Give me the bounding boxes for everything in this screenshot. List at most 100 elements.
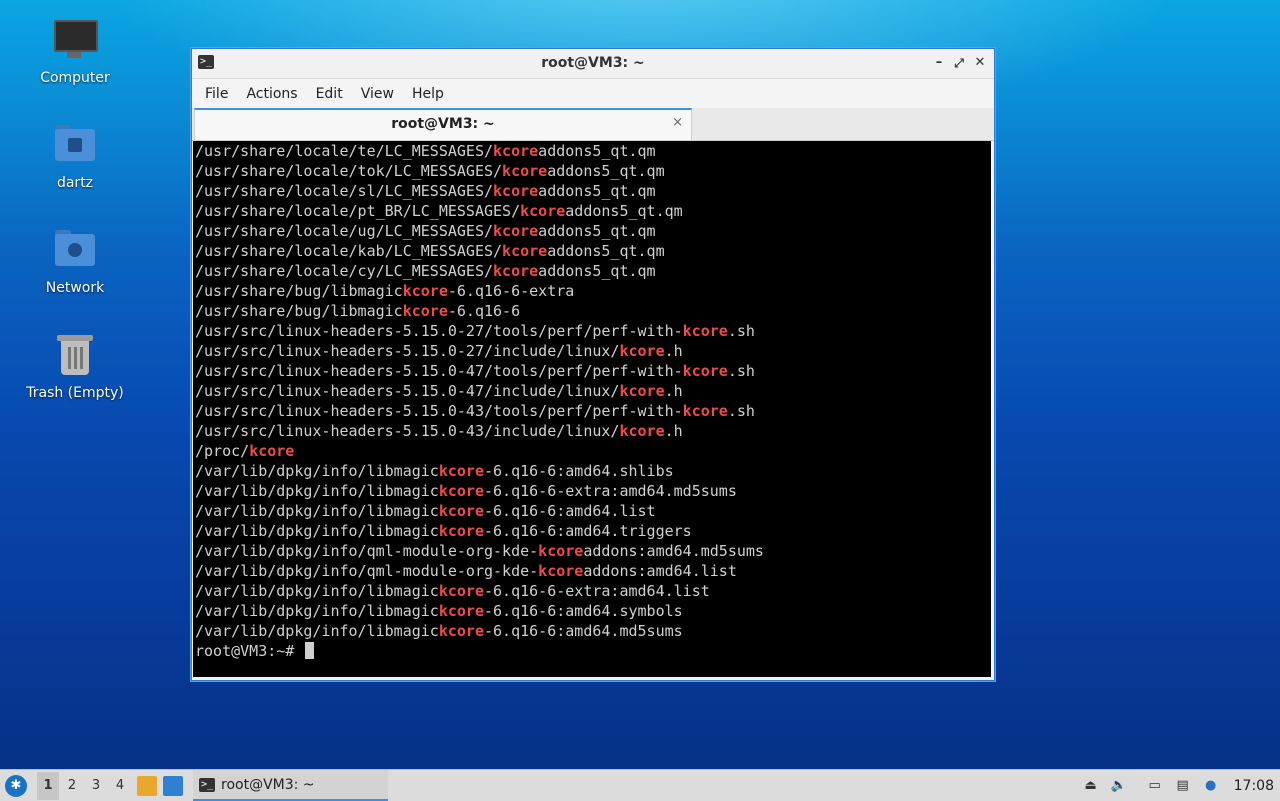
terminal-line: /var/lib/dpkg/info/libmagickcore-6.q16-6… xyxy=(195,501,991,521)
shell-prompt: root@VM3:~# xyxy=(195,642,304,660)
match-highlight: kcore xyxy=(619,422,665,440)
terminal-output[interactable]: /usr/share/locale/te/LC_MESSAGES/kcoread… xyxy=(193,141,991,677)
prompt-line[interactable]: root@VM3:~# xyxy=(195,641,991,661)
path-text: addons5_qt.qm xyxy=(538,142,656,160)
path-text: -6.q16-6-extra:amd64.list xyxy=(484,582,710,600)
file-manager-icon[interactable] xyxy=(137,775,157,796)
path-text: addons5_qt.qm xyxy=(547,242,665,260)
terminal-line: /usr/src/linux-headers-5.15.0-27/include… xyxy=(195,341,991,361)
tab-terminal[interactable]: root@VM3: ~ × xyxy=(194,108,692,140)
path-text: /usr/src/linux-headers-5.15.0-47/include… xyxy=(195,382,620,400)
menu-view[interactable]: View xyxy=(352,86,403,102)
path-text: -6.q16-6-extra xyxy=(447,282,575,300)
menu-file[interactable]: File xyxy=(196,86,237,102)
clipboard-icon[interactable]: ▤ xyxy=(1174,777,1192,795)
path-text: addons5_qt.qm xyxy=(538,222,656,240)
terminal-line: /var/lib/dpkg/info/qml-module-org-kde-kc… xyxy=(195,541,991,561)
terminal-line: /usr/src/linux-headers-5.15.0-47/tools/p… xyxy=(195,361,991,381)
terminal-line: /usr/src/linux-headers-5.15.0-27/tools/p… xyxy=(195,321,991,341)
terminal-line: /usr/share/bug/libmagickcore-6.q16-6-ext… xyxy=(195,281,991,301)
terminal-line: /usr/share/locale/ug/LC_MESSAGES/kcoread… xyxy=(195,221,991,241)
match-highlight: kcore xyxy=(502,162,548,180)
desktop-icon-network[interactable]: Network xyxy=(20,226,130,296)
path-text: /var/lib/dpkg/info/libmagic xyxy=(195,582,439,600)
path-text: /usr/share/locale/sl/LC_MESSAGES/ xyxy=(195,182,494,200)
path-text: -6.q16-6:amd64.symbols xyxy=(484,602,683,620)
path-text: /usr/src/linux-headers-5.15.0-43/tools/p… xyxy=(195,402,683,420)
taskbar: ✱ 1 2 3 4 >_ root@VM3: ~ ⏏ 🔈 ▭ ▤ ● 17:08 xyxy=(0,769,1280,801)
path-text: -6.q16-6:amd64.md5sums xyxy=(484,622,683,640)
path-text: /var/lib/dpkg/info/qml-module-org-kde- xyxy=(195,542,539,560)
match-highlight: kcore xyxy=(493,182,539,200)
terminal-icon: >_ xyxy=(199,777,215,792)
home-folder-icon xyxy=(51,121,99,169)
terminal-line: /var/lib/dpkg/info/libmagickcore-6.q16-6… xyxy=(195,581,991,601)
path-text: addons5_qt.qm xyxy=(547,162,665,180)
volume-icon[interactable]: 🔈 xyxy=(1110,777,1128,795)
clock[interactable]: 17:08 xyxy=(1234,778,1274,794)
match-highlight: kcore xyxy=(438,502,484,520)
match-highlight: kcore xyxy=(493,222,539,240)
updates-icon[interactable]: ● xyxy=(1202,777,1220,795)
maximize-button[interactable]: ⤢ xyxy=(950,54,968,72)
path-text: /usr/share/locale/kab/LC_MESSAGES/ xyxy=(195,242,503,260)
path-text: addons:amd64.md5sums xyxy=(583,542,764,560)
window-titlebar[interactable]: >_ root@VM3: ~ – ⤢ ✕ xyxy=(192,49,994,79)
workspace-3[interactable]: 3 xyxy=(85,772,107,800)
terminal-line: /usr/src/linux-headers-5.15.0-43/tools/p… xyxy=(195,401,991,421)
match-highlight: kcore xyxy=(538,542,584,560)
minimize-button[interactable]: – xyxy=(930,54,948,72)
match-highlight: kcore xyxy=(438,522,484,540)
menu-edit[interactable]: Edit xyxy=(307,86,352,102)
path-text: /var/lib/dpkg/info/libmagic xyxy=(195,462,439,480)
close-button[interactable]: ✕ xyxy=(971,54,989,72)
desktop-icon-computer[interactable]: Computer xyxy=(20,16,130,86)
path-text: /usr/share/locale/pt_BR/LC_MESSAGES/ xyxy=(195,202,521,220)
path-text: addons5_qt.qm xyxy=(565,202,683,220)
terminal-line: /var/lib/dpkg/info/libmagickcore-6.q16-6… xyxy=(195,621,991,641)
tab-close-icon[interactable]: × xyxy=(672,115,683,130)
workspace-2[interactable]: 2 xyxy=(61,772,83,800)
path-text: -6.q16-6:amd64.triggers xyxy=(484,522,692,540)
match-highlight: kcore xyxy=(493,142,539,160)
workspace-4[interactable]: 4 xyxy=(109,772,131,800)
desktop-icon-label: Trash (Empty) xyxy=(26,385,124,401)
path-text: /usr/src/linux-headers-5.15.0-27/include… xyxy=(195,342,620,360)
terminal-line: /var/lib/dpkg/info/libmagickcore-6.q16-6… xyxy=(195,601,991,621)
path-text: /var/lib/dpkg/info/libmagic xyxy=(195,482,439,500)
match-highlight: kcore xyxy=(502,242,548,260)
match-highlight: kcore xyxy=(493,262,539,280)
path-text: -6.q16-6 xyxy=(447,302,521,320)
menu-actions[interactable]: Actions xyxy=(237,86,306,102)
path-text: /var/lib/dpkg/info/libmagic xyxy=(195,502,439,520)
terminal-line: /usr/share/locale/sl/LC_MESSAGES/kcoread… xyxy=(195,181,991,201)
path-text: .h xyxy=(664,422,683,440)
terminal-line: /var/lib/dpkg/info/libmagickcore-6.q16-6… xyxy=(195,521,991,541)
terminal-line: /usr/share/locale/cy/LC_MESSAGES/kcoread… xyxy=(195,261,991,281)
app-menu-icon[interactable]: ✱ xyxy=(5,774,27,797)
task-terminal[interactable]: >_ root@VM3: ~ xyxy=(193,770,388,801)
path-text: .sh xyxy=(727,402,755,420)
menu-help[interactable]: Help xyxy=(403,86,453,102)
eject-icon[interactable]: ⏏ xyxy=(1082,777,1100,795)
system-tray: ⏏ 🔈 ▭ ▤ ● 17:08 xyxy=(1082,770,1280,801)
terminal-line: /usr/share/locale/te/LC_MESSAGES/kcoread… xyxy=(195,141,991,161)
match-highlight: kcore xyxy=(520,202,566,220)
match-highlight: kcore xyxy=(438,482,484,500)
path-text: .h xyxy=(664,382,683,400)
path-text: -6.q16-6:amd64.list xyxy=(484,502,656,520)
workspace-1[interactable]: 1 xyxy=(37,771,59,800)
match-highlight: kcore xyxy=(538,562,584,580)
match-highlight: kcore xyxy=(619,342,665,360)
desktop-icon-home[interactable]: dartz xyxy=(20,121,130,191)
match-highlight: kcore xyxy=(682,402,728,420)
desktop-icon-label: Computer xyxy=(40,70,110,86)
tab-bar: root@VM3: ~ × xyxy=(192,108,994,141)
desktop-icon-trash[interactable]: Trash (Empty) xyxy=(20,331,130,401)
match-highlight: kcore xyxy=(438,462,484,480)
network-folder-icon xyxy=(51,226,99,274)
network-icon[interactable]: ▭ xyxy=(1146,777,1164,795)
menubar: File Actions Edit View Help xyxy=(192,79,994,108)
terminal-line: /usr/src/linux-headers-5.15.0-47/include… xyxy=(195,381,991,401)
show-desktop-icon[interactable] xyxy=(163,775,183,796)
